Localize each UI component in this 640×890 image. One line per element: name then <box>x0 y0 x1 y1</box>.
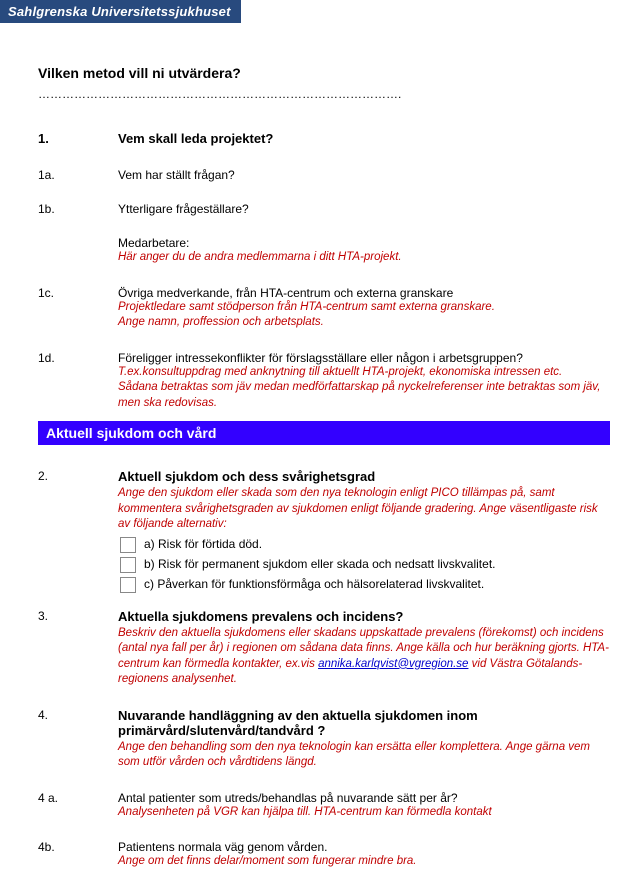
q2-opt-a-checkbox[interactable] <box>120 537 136 553</box>
q4a-heading: Antal patienter som utreds/behandlas på … <box>118 791 610 805</box>
q2-opt-c-label: c) Påverkan för funktionsförmåga och häl… <box>144 577 484 591</box>
q1c-text: Övriga medverkande, från HTA-centrum och… <box>118 286 610 300</box>
q3-hint: Beskriv den aktuella sjukdomens eller sk… <box>118 626 610 688</box>
q1-heading: Vem skall leda projektet? <box>118 131 610 146</box>
q1d-text: Föreligger intressekonflikter för försla… <box>118 351 610 365</box>
q1d-hint1: T.ex.konsultuppdrag med anknytning till … <box>118 365 610 381</box>
org-banner: Sahlgrenska Universitetssjukhuset <box>0 0 241 23</box>
q4a-hint: Analysenheten på VGR kan hjälpa till. HT… <box>118 805 610 821</box>
q1c-hint2: Ange namn, proffession och arbetsplats. <box>118 315 610 331</box>
q4b-hint: Ange om det finns delar/moment som funge… <box>118 854 610 870</box>
q4-heading: Nuvarande handläggning av den aktuella s… <box>118 708 610 738</box>
q1c-hint1: Projektledare samt stödperson från HTA-c… <box>118 300 610 316</box>
content-area: Vilken metod vill ni utvärdera? ……………………… <box>0 65 640 870</box>
dotted-line: ………………………………………………………………………………. <box>38 87 610 101</box>
q4a-num: 4 a. <box>38 791 118 805</box>
q1a-text: Vem har ställt frågan? <box>118 168 610 182</box>
q4b-heading: Patientens normala väg genom vården. <box>118 840 610 854</box>
q3-num: 3. <box>38 609 118 623</box>
q2-num: 2. <box>38 469 118 483</box>
q2-heading: Aktuell sjukdom och dess svårighetsgrad <box>118 469 610 484</box>
page-title: Vilken metod vill ni utvärdera? <box>38 65 610 81</box>
q2-opt-a-label: a) Risk för förtida död. <box>144 537 262 551</box>
q4-num: 4. <box>38 708 118 722</box>
q4b-num: 4b. <box>38 840 118 854</box>
q1c-num: 1c. <box>38 286 118 300</box>
q1-medarbetare-label: Medarbetare: <box>118 236 610 250</box>
q1a-num: 1a. <box>38 168 118 182</box>
section-bar: Aktuell sjukdom och vård <box>38 421 610 445</box>
page-root: Sahlgrenska Universitetssjukhuset Vilken… <box>0 0 640 890</box>
q3-email-link[interactable]: annika.karlqvist@vgregion.se <box>318 658 468 670</box>
q3-heading: Aktuella sjukdomens prevalens och incide… <box>118 609 610 624</box>
q2-opt-b-checkbox[interactable] <box>120 557 136 573</box>
q1-medarbetare-hint: Här anger du de andra medlemmarna i ditt… <box>118 250 610 266</box>
q1b-num: 1b. <box>38 202 118 216</box>
q1-num: 1. <box>38 131 118 146</box>
q1d-hint2: Sådana betraktas som jäv medan medförfat… <box>118 380 610 411</box>
q1d-num: 1d. <box>38 351 118 365</box>
q2-opt-b-label: b) Risk för permanent sjukdom eller skad… <box>144 557 496 571</box>
q2-hint: Ange den sjukdom eller skada som den nya… <box>118 486 610 533</box>
q1b-text: Ytterligare frågeställare? <box>118 202 610 216</box>
q2-opt-c-checkbox[interactable] <box>120 577 136 593</box>
q4-hint: Ange den behandling som den nya teknolog… <box>118 740 610 771</box>
